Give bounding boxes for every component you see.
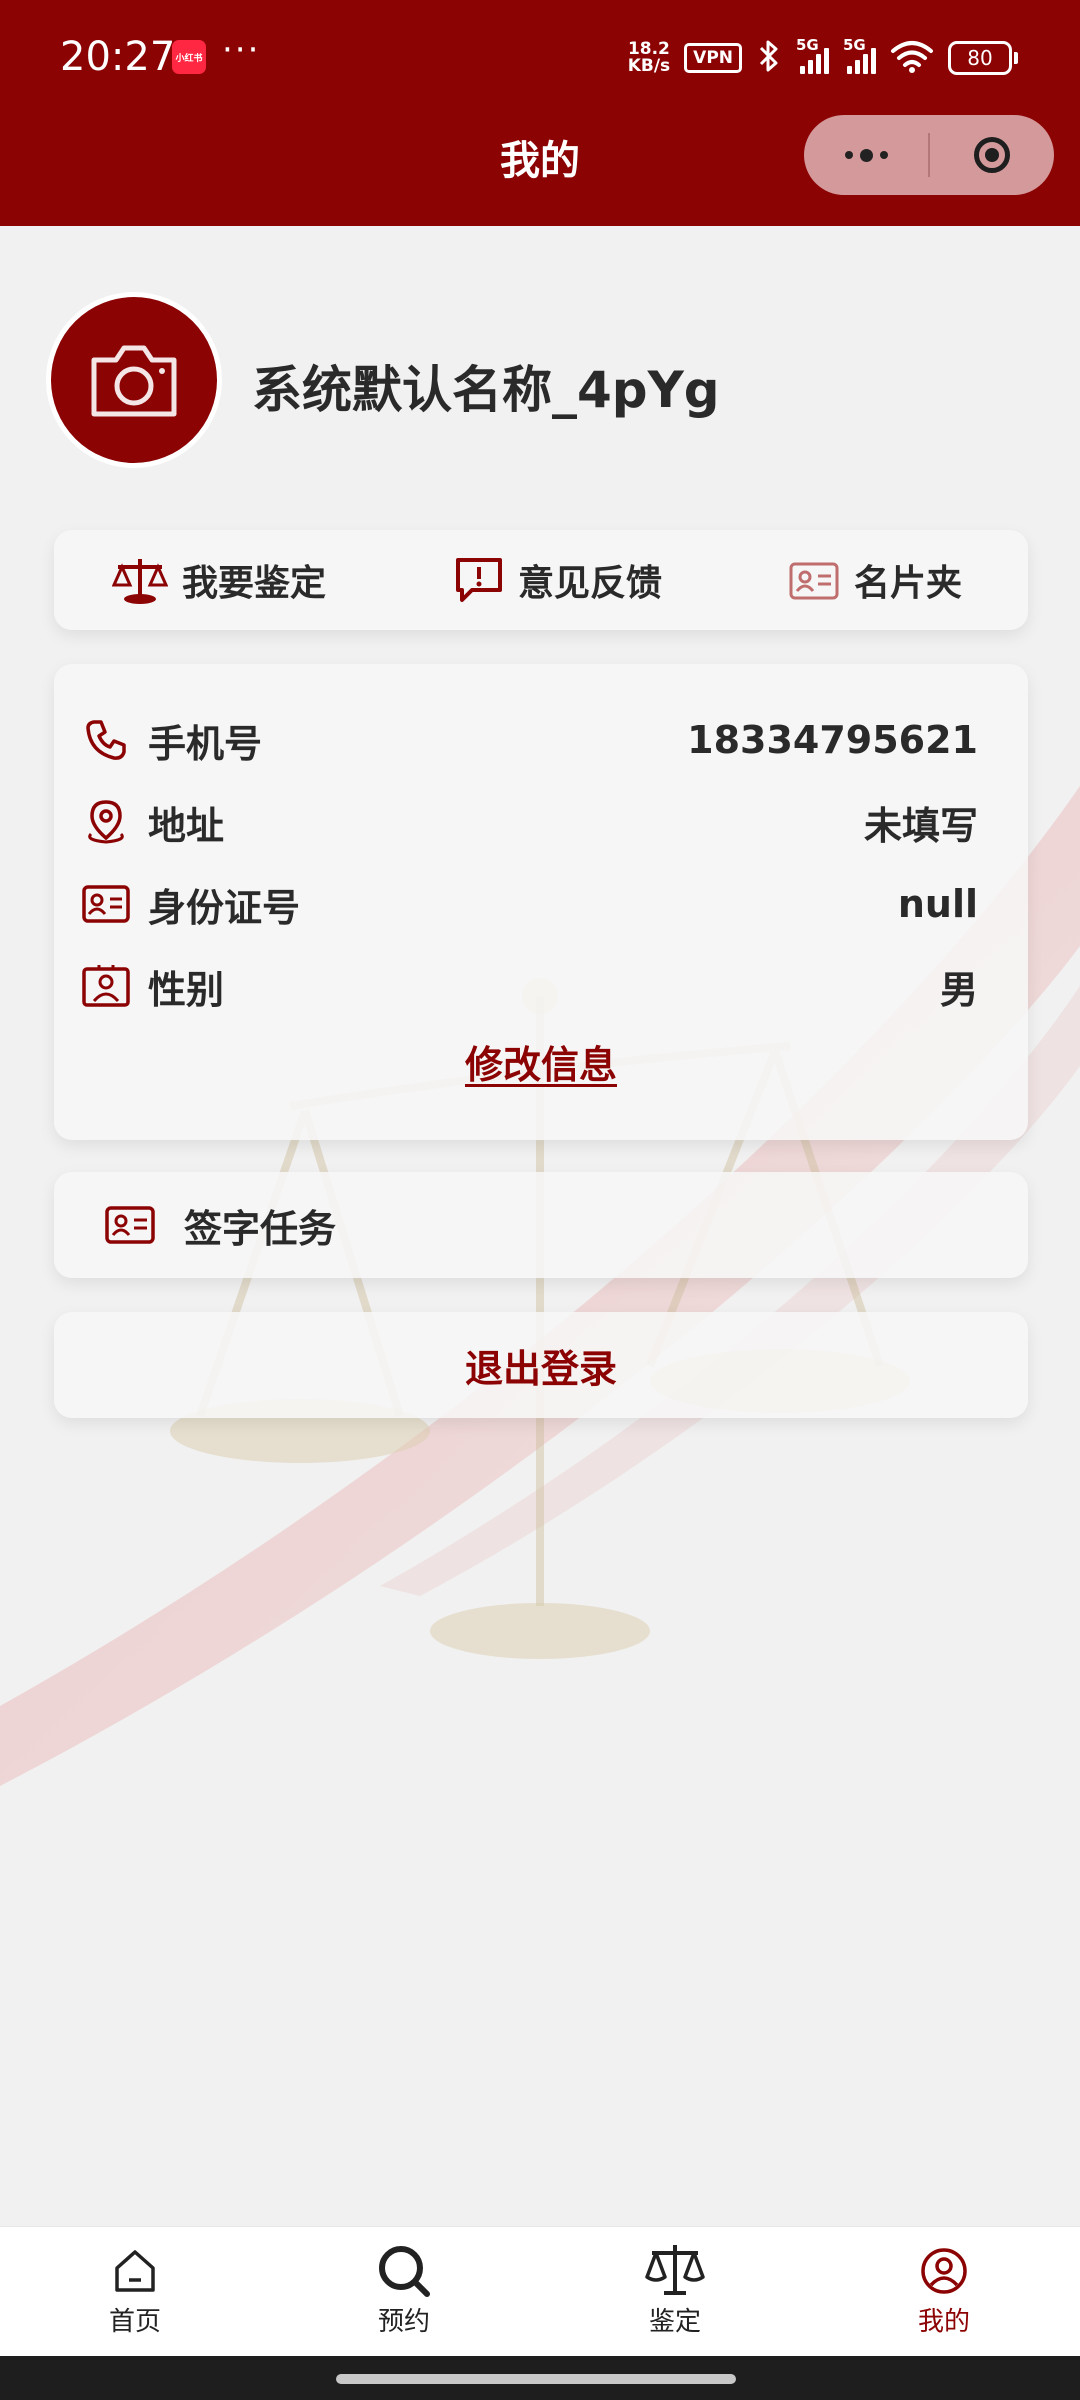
tab-mine-label: 我的	[917, 2307, 970, 2337]
username: 系统默认名称_4pYg	[252, 361, 720, 419]
bottom-tab-bar: 首页 预约 鉴定 我的	[0, 2226, 1080, 2357]
vpn-icon: VPN	[684, 43, 742, 73]
target-icon	[974, 137, 1010, 173]
bluetooth-icon	[756, 38, 782, 78]
person-badge-icon	[80, 960, 132, 1012]
signal-gen-label: 5G	[796, 36, 819, 54]
tab-appointment-label: 预约	[377, 2307, 430, 2337]
sign-task-label: 签字任务	[184, 1206, 337, 1251]
card-holder-label: 名片夹	[854, 563, 963, 604]
feedback-button[interactable]: 意见反馈	[454, 530, 662, 630]
identify-button[interactable]: 我要鉴定	[112, 530, 326, 630]
more-notifications-icon: ···	[222, 30, 261, 70]
tab-home[interactable]: 首页	[55, 2241, 215, 2338]
search-icon	[377, 2241, 431, 2301]
gender-label: 性别	[148, 967, 225, 1012]
tab-identify-label: 鉴定	[648, 2307, 701, 2337]
id-number-value: null	[897, 882, 978, 926]
phone-value: 18334795621	[687, 718, 978, 762]
more-options-button[interactable]	[804, 115, 928, 195]
id-card-icon	[102, 1197, 158, 1253]
signal-icon: 5G	[843, 36, 876, 74]
tab-identify[interactable]: 鉴定	[595, 2241, 755, 2338]
camera-icon	[91, 345, 177, 417]
app-notification-icon: 小红书	[172, 40, 206, 74]
mini-program-capsule	[804, 115, 1054, 195]
scale-icon	[644, 2241, 706, 2301]
gender-value: 男	[939, 967, 978, 1012]
tab-appointment[interactable]: 预约	[324, 2241, 484, 2338]
feedback-label: 意见反馈	[518, 563, 663, 604]
location-icon	[80, 796, 132, 848]
id-number-label: 身份证号	[148, 885, 301, 930]
user-info-card: 手机号 18334795621 地址 未填写 身份证号 null 性别 男 修改…	[54, 664, 1028, 1140]
id-number-row: 身份证号 null	[80, 874, 978, 934]
home-indicator[interactable]	[336, 2374, 736, 2384]
user-circle-icon	[920, 2241, 968, 2301]
phone-label: 手机号	[148, 721, 263, 766]
sign-task-card[interactable]: 签字任务	[54, 1172, 1028, 1278]
status-time: 20:27	[60, 34, 176, 80]
address-label: 地址	[148, 803, 225, 848]
feedback-icon	[456, 558, 502, 602]
identify-label: 我要鉴定	[182, 563, 327, 604]
more-dot-icon	[879, 151, 888, 159]
address-value: 未填写	[863, 803, 978, 848]
card-holder-button[interactable]: 名片夹	[788, 530, 962, 630]
phone-icon	[80, 714, 132, 766]
header: 20:27 小红书 ··· 18.2 KB/s VPN 5G 5G 80 我的	[0, 0, 1080, 226]
status-indicators: 18.2 KB/s VPN 5G 5G 80	[628, 36, 1018, 80]
phone-row: 手机号 18334795621	[80, 710, 978, 770]
scale-icon	[112, 559, 168, 604]
card-holder-icon	[789, 562, 839, 600]
quick-actions-card: 我要鉴定 意见反馈 名片夹	[54, 530, 1028, 630]
network-speed-unit: KB/s	[627, 56, 671, 76]
avatar[interactable]	[46, 292, 222, 468]
tab-mine[interactable]: 我的	[864, 2241, 1024, 2338]
more-dot-icon	[844, 151, 853, 159]
close-mini-program-button[interactable]	[930, 115, 1054, 195]
more-dot-icon	[859, 148, 873, 162]
edit-info-link[interactable]: 修改信息	[54, 1034, 1028, 1089]
gender-row: 性别 男	[80, 956, 978, 1016]
home-icon	[111, 2241, 159, 2301]
network-speed: 18.2 KB/s	[628, 41, 670, 75]
wifi-icon	[890, 39, 934, 77]
signal-icon: 5G	[796, 36, 829, 74]
signal-gen-label: 5G	[843, 36, 866, 54]
address-row: 地址 未填写	[80, 792, 978, 852]
system-navigation-bar	[0, 2356, 1080, 2400]
tab-home-label: 首页	[108, 2307, 161, 2337]
logout-button[interactable]: 退出登录	[54, 1312, 1028, 1418]
battery-icon: 80	[948, 41, 1018, 75]
id-card-icon	[80, 878, 132, 930]
